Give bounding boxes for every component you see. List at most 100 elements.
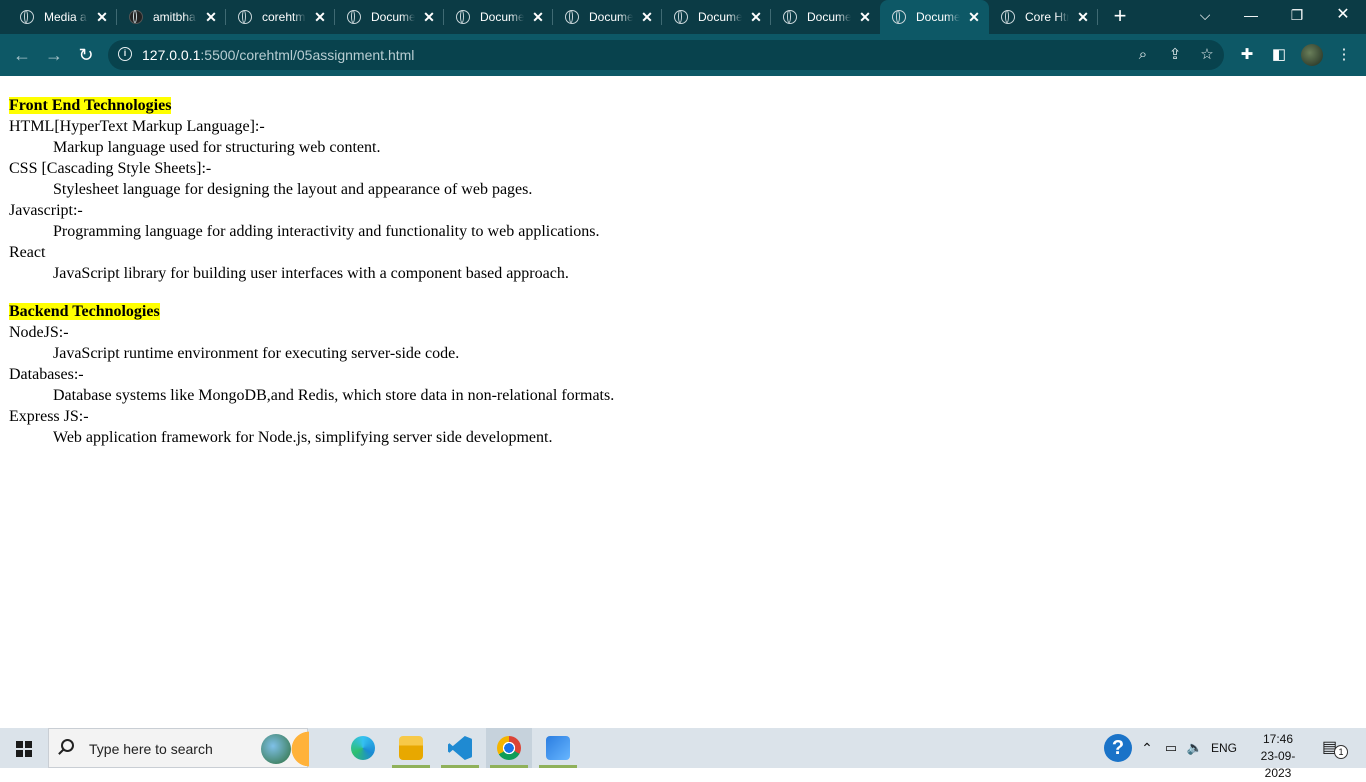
taskbar-app-file-explorer[interactable] bbox=[388, 728, 434, 768]
tab-title: amitbhai bbox=[153, 10, 197, 24]
globe-icon bbox=[238, 10, 252, 24]
new-tab-button[interactable]: + bbox=[1110, 5, 1130, 27]
site-info-icon[interactable]: i bbox=[118, 47, 132, 61]
close-tab-icon[interactable]: ✕ bbox=[1076, 10, 1090, 24]
profile-avatar[interactable] bbox=[1301, 44, 1323, 66]
tab-title: corehtml bbox=[262, 10, 306, 24]
taskbar-app-vscode[interactable] bbox=[437, 728, 483, 768]
back-arrow-icon[interactable]: ← bbox=[9, 42, 35, 68]
list-description: JavaScript library for building user int… bbox=[53, 265, 569, 282]
close-tab-icon[interactable]: ✕ bbox=[313, 10, 327, 24]
section-heading: Backend Technologies bbox=[9, 301, 614, 322]
globe-icon bbox=[565, 10, 579, 24]
browser-tab[interactable]: Document ✕ bbox=[771, 0, 880, 34]
vscode-icon bbox=[448, 736, 472, 760]
extensions-puzzle-icon[interactable]: ✚ bbox=[1238, 46, 1256, 64]
close-tab-icon[interactable]: ✕ bbox=[640, 10, 654, 24]
kebab-menu-icon[interactable]: ⋮ bbox=[1335, 46, 1353, 64]
tab-title: Document bbox=[807, 10, 851, 24]
close-window-button[interactable]: ✕ bbox=[1320, 0, 1366, 34]
clock[interactable]: 17:46 23-09-2023 bbox=[1248, 731, 1308, 782]
reload-icon[interactable]: ↻ bbox=[73, 42, 99, 68]
start-button[interactable] bbox=[0, 728, 48, 768]
url-text[interactable]: 127.0.0.1:5500/corehtml/05assignment.htm… bbox=[142, 40, 414, 70]
list-description: Programming language for adding interact… bbox=[53, 223, 600, 240]
tab-title: Document bbox=[371, 10, 415, 24]
browser-tab[interactable]: Core Html ✕ bbox=[989, 0, 1098, 34]
close-tab-icon[interactable]: ✕ bbox=[95, 10, 109, 24]
github-icon bbox=[129, 10, 143, 24]
taskbar-app-photos[interactable] bbox=[535, 728, 581, 768]
tab-title: Document bbox=[589, 10, 633, 24]
browser-tab-active[interactable]: Document ✕ bbox=[880, 0, 989, 34]
close-tab-icon[interactable]: ✕ bbox=[531, 10, 545, 24]
photos-icon bbox=[546, 736, 570, 760]
tab-title: Media and bbox=[44, 10, 88, 24]
notification-center-icon[interactable]: ▤ 1 bbox=[1322, 739, 1348, 759]
help-icon[interactable]: ? bbox=[1104, 734, 1132, 762]
section-heading: Front End Technologies bbox=[9, 95, 600, 116]
url-host: 127.0.0.1 bbox=[142, 47, 201, 63]
close-tab-icon[interactable]: ✕ bbox=[858, 10, 872, 24]
browser-toolbar: ← → ↻ i 127.0.0.1:5500/corehtml/05assign… bbox=[0, 34, 1366, 76]
browser-tab[interactable]: Document ✕ bbox=[662, 0, 771, 34]
close-tab-icon[interactable]: ✕ bbox=[204, 10, 218, 24]
close-tab-icon[interactable]: ✕ bbox=[749, 10, 763, 24]
browser-tab[interactable]: amitbhai ✕ bbox=[117, 0, 226, 34]
list-description: Stylesheet language for designing the la… bbox=[53, 181, 533, 198]
globe-icon bbox=[20, 10, 34, 24]
list-term: Databases:- bbox=[9, 366, 84, 383]
tab-title: Document bbox=[480, 10, 524, 24]
browser-tab[interactable]: Document ✕ bbox=[553, 0, 662, 34]
taskbar-search-box[interactable]: Type here to search bbox=[48, 728, 309, 769]
show-hidden-icons-chevron-icon[interactable]: ⌃ bbox=[1138, 728, 1156, 768]
list-term: HTML[HyperText Markup Language]:- bbox=[9, 118, 265, 135]
zoom-icon[interactable]: ⌕ bbox=[1134, 46, 1152, 64]
globe-icon bbox=[674, 10, 688, 24]
list-term: React bbox=[9, 244, 46, 261]
side-panel-icon[interactable]: ◧ bbox=[1270, 46, 1288, 64]
globe-icon bbox=[892, 10, 906, 24]
list-description: Database systems like MongoDB,and Redis,… bbox=[53, 387, 615, 404]
tab-title: Document bbox=[916, 10, 960, 24]
taskbar: Type here to search ? ⌃ ▭ 🔈 ENG 17:46 23… bbox=[0, 728, 1366, 780]
weather-icon bbox=[285, 729, 309, 769]
list-description: JavaScript runtime environment for execu… bbox=[53, 345, 460, 362]
browser-tab[interactable]: Media and ✕ bbox=[8, 0, 117, 34]
list-term: CSS [Cascading Style Sheets]:- bbox=[9, 160, 212, 177]
language-indicator[interactable]: ENG bbox=[1208, 728, 1240, 768]
chrome-icon bbox=[497, 736, 521, 760]
bookmark-star-icon[interactable]: ☆ bbox=[1198, 46, 1216, 64]
list-description: Web application framework for Node.js, s… bbox=[53, 429, 553, 446]
windows-logo-icon bbox=[16, 741, 32, 757]
minimize-button[interactable]: — bbox=[1228, 0, 1274, 34]
tab-title: Document bbox=[698, 10, 742, 24]
tab-search-chevron-icon[interactable]: ⌵ bbox=[1182, 0, 1228, 34]
front-end-heading: Front End Technologies bbox=[9, 97, 172, 114]
list-term: Javascript:- bbox=[9, 202, 83, 219]
browser-tab[interactable]: Document ✕ bbox=[444, 0, 553, 34]
close-tab-icon[interactable]: ✕ bbox=[422, 10, 436, 24]
globe-icon bbox=[347, 10, 361, 24]
share-icon[interactable]: ⇪ bbox=[1166, 46, 1184, 64]
tab-strip: Media and ✕ amitbhai ✕ corehtml ✕ Docume… bbox=[0, 0, 1366, 34]
volume-icon[interactable]: 🔈 bbox=[1184, 728, 1206, 768]
address-bar[interactable]: i 127.0.0.1:5500/corehtml/05assignment.h… bbox=[108, 40, 1224, 70]
restore-button[interactable]: ❐ bbox=[1274, 0, 1320, 34]
taskbar-app-edge[interactable] bbox=[340, 728, 386, 768]
folder-icon bbox=[399, 736, 423, 760]
globe-icon bbox=[1001, 10, 1015, 24]
clock-time: 17:46 bbox=[1262, 732, 1294, 746]
globe-icon bbox=[456, 10, 470, 24]
search-icon bbox=[61, 739, 74, 752]
close-tab-icon[interactable]: ✕ bbox=[967, 10, 981, 24]
page-content: Front End Technologies HTML[HyperText Ma… bbox=[0, 76, 1366, 728]
browser-tab[interactable]: Document ✕ bbox=[335, 0, 444, 34]
taskbar-app-chrome[interactable] bbox=[486, 728, 532, 768]
battery-icon[interactable]: ▭ bbox=[1160, 728, 1182, 768]
front-end-list: Front End Technologies HTML[HyperText Ma… bbox=[9, 95, 600, 284]
browser-tab[interactable]: corehtml ✕ bbox=[226, 0, 335, 34]
backend-heading: Backend Technologies bbox=[9, 303, 160, 320]
edge-icon bbox=[351, 736, 375, 760]
forward-arrow-icon[interactable]: → bbox=[41, 42, 67, 68]
